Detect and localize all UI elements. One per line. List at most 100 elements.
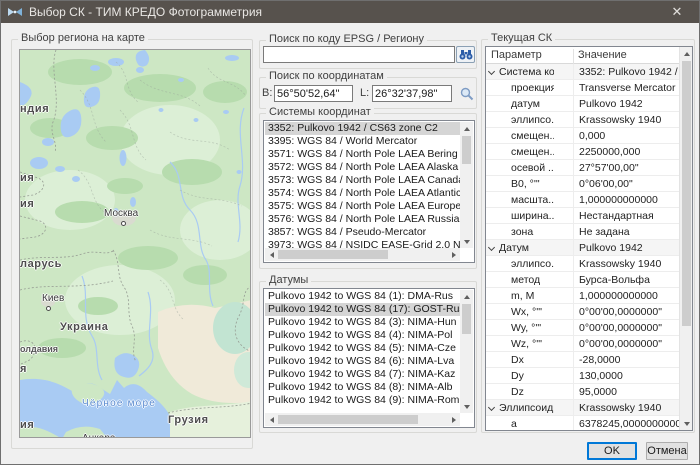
scroll-left-icon[interactable] [265,248,278,261]
param-row[interactable]: Wx, °'"0°00'00,0000000" [486,304,679,320]
cs-list-rows: 3352: Pulkovo 1942 / CS63 zone C23395: W… [265,122,460,248]
param-name: Dz [511,384,554,400]
table-vscroll-thumb[interactable] [682,61,691,326]
list-item[interactable]: 3857: WGS 84 / Pseudo-Mercator [265,226,460,239]
city-marker [46,306,51,311]
datum-hscrollbar[interactable] [265,413,460,426]
list-item[interactable]: 3572: WGS 84 / North Pole LAEA Alaska [265,161,460,174]
cs-hscroll-thumb[interactable] [278,250,388,259]
map-region-picker[interactable]: ндияияияМоскваларусьКиевУкраинаолдавияяЧ… [19,49,251,438]
param-row[interactable]: смещен...0,000 [486,128,679,144]
param-value: Бурса-Вольфа [573,272,679,288]
param-row[interactable]: Система ко...3352: Pulkovo 1942 / CS63 .… [486,64,679,80]
param-row[interactable]: Wy, °'"0°00'00,0000000" [486,320,679,336]
list-item[interactable]: Pulkovo 1942 to WGS 84 (3): NIMA-Hun [265,316,460,329]
param-row[interactable]: эллипсо...Krassowsky 1940 [486,256,679,272]
list-item[interactable]: Pulkovo 1942 to WGS 84 (9): NIMA-Rom [265,394,460,407]
scroll-up-icon[interactable] [460,122,473,135]
group-datum-list: Датумы Pulkovo 1942 to WGS 84 (1): DMA-R… [259,281,477,433]
scroll-down-icon[interactable] [680,417,693,430]
ok-button[interactable]: OK [587,442,637,460]
param-row[interactable]: Dz95,0000 [486,384,679,400]
list-item[interactable]: Pulkovo 1942 to WGS 84 (4): NIMA-Pol [265,329,460,342]
param-row[interactable]: методБурса-Вольфа [486,272,679,288]
scroll-right-icon[interactable] [447,248,460,261]
datum-vscroll-thumb[interactable] [462,304,471,334]
map-canvas[interactable]: ндияияияМоскваларусьКиевУкраинаолдавияяЧ… [20,50,250,437]
scroll-down-icon[interactable] [460,235,473,248]
list-item[interactable]: Pulkovo 1942 to WGS 84 (1): DMA-Rus [265,290,460,303]
list-item[interactable]: 3574: WGS 84 / North Pole LAEA Atlantic [265,187,460,200]
group-current-cs: Текущая СК Параметр Значение Система ко.… [481,39,695,433]
chevron-down-icon[interactable] [488,244,495,251]
param-row[interactable]: ЭллипсоидKrassowsky 1940 [486,400,679,416]
chevron-down-icon[interactable] [488,404,495,411]
param-name: Система ко... [499,64,554,80]
param-row[interactable]: B0, °'"0°06'00,00" [486,176,679,192]
param-row[interactable]: m, M1,000000000000 [486,288,679,304]
param-row[interactable]: Wz, °'"0°00'00,0000000" [486,336,679,352]
epsg-search-input[interactable] [263,46,455,63]
map-label: ия [20,419,34,431]
param-value: 27°57'00,00" [573,160,679,176]
param-row[interactable]: Dx-28,0000 [486,352,679,368]
group-cs-list-title: Системы координат [266,106,374,118]
param-row[interactable]: эллипсо...Krassowsky 1940 [486,112,679,128]
param-value: 0,000 [573,128,679,144]
list-item[interactable]: Pulkovo 1942 to WGS 84 (5): NIMA-Cze [265,342,460,355]
list-item[interactable]: 3352: Pulkovo 1942 / CS63 zone C2 [265,122,460,135]
find-button[interactable] [456,46,475,63]
map-label: Москва [104,208,138,219]
param-value: Krassowsky 1940 [573,400,679,416]
list-item[interactable]: 3576: WGS 84 / North Pole LAEA Russia [265,213,460,226]
scroll-up-icon[interactable] [460,290,473,303]
param-row[interactable]: ширина... Нестандартная [486,208,679,224]
param-value: Нестандартная [573,208,679,224]
scroll-right-icon[interactable] [447,413,460,426]
list-item[interactable]: 3575: WGS 84 / North Pole LAEA Europe [265,200,460,213]
param-row[interactable]: масшта...1,000000000000 [486,192,679,208]
list-item[interactable]: Pulkovo 1942 to WGS 84 (7): NIMA-Kaz [265,368,460,381]
param-name: ширина... [511,208,554,224]
list-item[interactable]: 3571: WGS 84 / North Pole LAEA Bering Se… [265,148,460,161]
param-name: Датум [499,240,554,256]
param-row[interactable]: ДатумPulkovo 1942 [486,240,679,256]
param-value: 0°06'00,00" [573,176,679,192]
list-item[interactable]: 3973: WGS 84 / NSIDC EASE-Grid 2.0 North [265,239,460,248]
scroll-up-icon[interactable] [680,47,693,60]
table-vscrollbar[interactable] [679,47,692,430]
datum-vscrollbar[interactable] [460,290,473,413]
list-item[interactable]: Pulkovo 1942 to WGS 84 (8): NIMA-Alb [265,381,460,394]
param-row[interactable]: смещен...2250000,000 [486,144,679,160]
current-cs-table[interactable]: Параметр Значение Система ко...3352: Pul… [485,46,693,431]
coord-search-button[interactable] [457,85,476,102]
cancel-button[interactable]: Отмена [646,442,688,460]
chevron-down-icon[interactable] [488,68,495,75]
latitude-input[interactable] [274,85,353,102]
list-item[interactable]: Pulkovo 1942 to WGS 84 (6): NIMA-Lva [265,355,460,368]
close-icon[interactable]: ✕ [655,1,699,23]
scroll-left-icon[interactable] [265,413,278,426]
cs-hscrollbar[interactable] [265,248,460,261]
param-row[interactable]: проекцияTransverse Mercator [486,80,679,96]
param-row[interactable]: датумPulkovo 1942 [486,96,679,112]
cs-vscrollbar[interactable] [460,122,473,248]
title-bar[interactable]: Выбор СК - ТИМ КРЕДО Фотограмметрия ✕ [1,1,699,23]
datum-hscroll-thumb[interactable] [278,415,418,424]
param-row[interactable]: Dy130,0000 [486,368,679,384]
param-row[interactable]: осевой ...27°57'00,00" [486,160,679,176]
list-item[interactable]: 3395: WGS 84 / World Mercator [265,135,460,148]
datum-listbox[interactable]: Pulkovo 1942 to WGS 84 (1): DMA-RusPulko… [263,288,475,428]
list-item[interactable]: Pulkovo 1942 to WGS 84 (17): GOST-Rus [265,303,460,316]
map-label: я [20,363,27,375]
scroll-down-icon[interactable] [460,400,473,413]
cs-listbox[interactable]: 3352: Pulkovo 1942 / CS63 zone C23395: W… [263,120,475,263]
longitude-input[interactable] [372,85,452,102]
param-row[interactable]: зонаНе задана [486,224,679,240]
list-item[interactable]: 3573: WGS 84 / North Pole LAEA Canada [265,174,460,187]
param-name: датум [511,96,554,112]
param-row[interactable]: a6378245,000000000000 [486,416,679,430]
longitude-label: L: [360,87,369,99]
cs-vscroll-thumb[interactable] [462,136,471,164]
current-cs-rows: Система ко...3352: Pulkovo 1942 / CS63 .… [486,64,679,430]
